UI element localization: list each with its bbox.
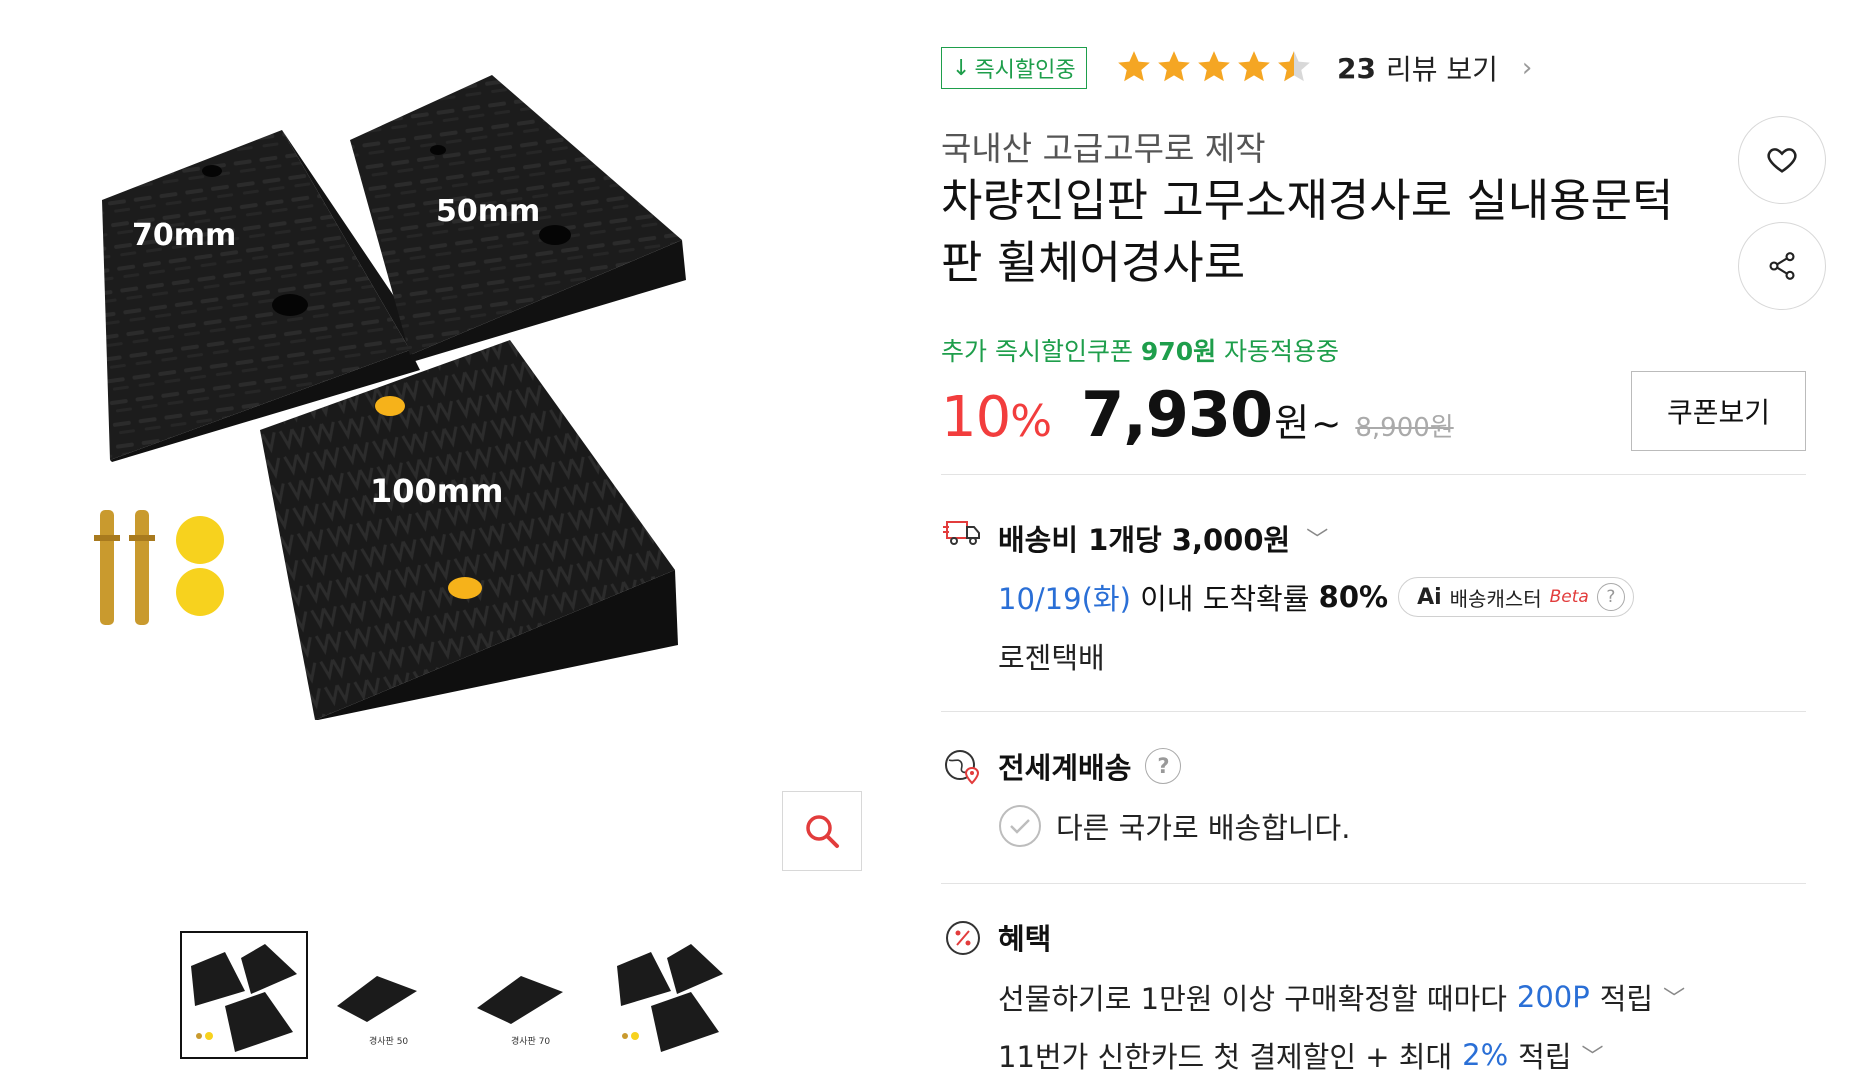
svg-text:경사판 50: 경사판 50 [369, 1035, 408, 1047]
anchor-bolts [94, 510, 155, 625]
thumbnail-1[interactable] [180, 931, 308, 1059]
thumbnail-3[interactable]: 경사판 70 [464, 931, 592, 1059]
global-shipping-desc: 다른 국가로 배송합니다. [1056, 811, 1351, 845]
benefit-text: 선물하기로 1만원 이상 구매확정할 때마다 [998, 982, 1507, 1016]
percent-badge-icon [946, 921, 980, 955]
rating-stars [1115, 48, 1313, 86]
gift-points-benefit[interactable]: 선물하기로 1만원 이상 구매확정할 때마다 200P 적립 ﹀ [998, 976, 1685, 1018]
ramp-product-photo: 70mm 50mm 100mm [94, 75, 686, 720]
chevron-down-icon: ﹀ [1663, 987, 1686, 1012]
ramp-50mm: 50mm [350, 75, 686, 362]
coupon-suffix: 자동적용중 [1224, 337, 1340, 366]
label-100mm: 100mm [370, 472, 503, 510]
price-unit: 원 [1274, 401, 1310, 445]
original-price: 8,900원 [1355, 413, 1454, 443]
star-icon [1158, 51, 1190, 82]
price-tilde: ~ [1311, 404, 1342, 445]
star-icon [1118, 51, 1150, 82]
auto-coupon-notice: 추가 즉시할인쿠폰 970원 자동적용중 [941, 332, 1339, 368]
review-label: 리뷰 보기 [1385, 53, 1498, 86]
eta-probability: 80% [1318, 580, 1389, 614]
thumbnail-strip: 경사판 50 경사판 70 [180, 931, 734, 1059]
global-shipping-label: 전세계배송 [998, 751, 1132, 785]
thumbnail-image [617, 944, 723, 1052]
shipping-fee-toggle[interactable]: 배송비 1개당 3,000원 ﹀ [998, 517, 1328, 559]
chevron-down-icon: ﹀ [1306, 528, 1329, 553]
star-icon [1198, 51, 1230, 82]
zoom-button[interactable] [782, 791, 862, 871]
benefit-text: 11번가 신한카드 첫 결제할인 + 최대 [998, 1040, 1453, 1074]
thumbnail-2[interactable]: 경사판 50 [322, 931, 450, 1059]
svg-text:경사판 70: 경사판 70 [511, 1035, 550, 1047]
divider [941, 883, 1806, 884]
chevron-down-icon: ﹀ [1581, 1045, 1604, 1070]
benefits-title: 혜택 [998, 922, 1052, 956]
globe-pin-icon [945, 750, 980, 785]
help-icon[interactable]: ? [1596, 583, 1625, 611]
coupon-prefix: 추가 즉시할인쿠폰 [941, 337, 1133, 366]
ai-delivery-caster-button[interactable]: Ai 배송캐스터 Beta ? [1398, 577, 1634, 617]
carrier-name: 로젠택배 [998, 641, 1105, 675]
benefit-suffix: 적립 [1599, 982, 1654, 1016]
sale-price: 7,930 [1081, 378, 1273, 451]
card-discount-benefit[interactable]: 11번가 신한카드 첫 결제할인 + 최대 2% 적립 ﹀ [998, 1034, 1604, 1076]
yellow-cap-bottom [176, 568, 224, 616]
badge-label: 즉시할인중 [974, 58, 1076, 83]
share-icon [1769, 252, 1795, 280]
shipping-fee: 배송비 1개당 3,000원 [998, 523, 1291, 557]
beta-label: Beta [1549, 587, 1589, 607]
star-half-icon [1278, 51, 1310, 82]
review-link[interactable]: 23 리뷰 보기 › [1337, 48, 1532, 88]
benefit-points: 200P [1516, 980, 1590, 1014]
wishlist-button[interactable] [1738, 116, 1826, 204]
global-shipping-title: 전세계배송 ? [998, 745, 1182, 787]
discount-rate: 10% [941, 385, 1052, 450]
star-icon [1238, 51, 1270, 82]
view-coupon-button[interactable]: 쿠폰보기 [1631, 371, 1806, 451]
thumbnail-image [191, 944, 297, 1052]
thumbnail-4[interactable] [606, 931, 734, 1059]
product-subtitle: 국내산 고급고무로 제작 [941, 129, 1266, 168]
coupon-amount: 970원 [1140, 337, 1217, 366]
benefit-suffix: 적립 [1518, 1040, 1572, 1074]
chevron-right-icon: › [1521, 53, 1533, 83]
divider [941, 711, 1806, 712]
share-button[interactable] [1738, 222, 1826, 310]
check-circle-icon [999, 805, 1041, 847]
heart-icon [1767, 148, 1797, 173]
ai-label: Ai [1417, 584, 1442, 610]
label-50mm: 50mm [436, 194, 540, 229]
delivery-eta: 10/19(화) 이내 도착확률 80% Ai 배송캐스터 Beta ? [998, 576, 1634, 618]
arrow-down-icon: ↓ [952, 55, 971, 81]
thumbnail-image: 경사판 50 [337, 976, 417, 1047]
help-icon[interactable]: ? [1145, 748, 1182, 784]
eta-text: 이내 도착확률 [1140, 582, 1310, 616]
label-70mm: 70mm [132, 218, 236, 253]
review-count: 23 [1337, 51, 1376, 85]
eta-date: 10/19(화) [998, 582, 1131, 616]
thumbnail-image: 경사판 70 [477, 976, 563, 1047]
global-shipping-option: 다른 국가로 배송합니다. [998, 804, 1350, 848]
yellow-cap-top [176, 516, 224, 564]
product-title: 차량진입판 고무소재경사로 실내용문턱판 휠체어경사로 [941, 174, 1674, 289]
ai-caster-label: 배송캐스터 [1449, 586, 1542, 611]
instant-discount-badge: ↓ 즉시할인중 [941, 47, 1087, 89]
benefit-percent: 2% [1462, 1038, 1509, 1072]
price-row: 10% 7,930 원 ~ 8,900원 [941, 378, 1454, 451]
product-main-image[interactable]: 70mm 50mm 100mm [60, 70, 880, 890]
delivery-truck-icon [943, 521, 980, 545]
divider [941, 474, 1806, 475]
search-icon [806, 815, 839, 848]
